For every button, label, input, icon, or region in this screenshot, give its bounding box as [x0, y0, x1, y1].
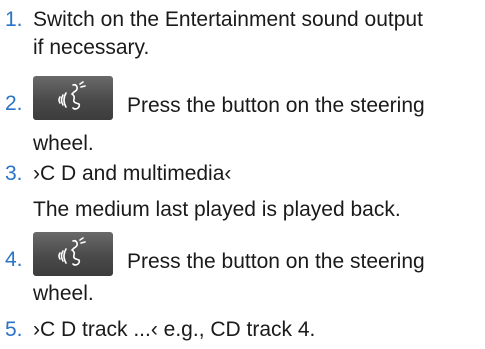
step-command: ›C D track ...‹ e.g., CD track 4.: [33, 318, 316, 341]
instruction-document: 1. Switch on the Entertainment sound out…: [0, 0, 485, 349]
step-text-line-1: Press the button on the steering: [127, 94, 425, 117]
step-button-row: Press the button on the steering: [33, 76, 425, 120]
step-text-line-2: wheel.: [33, 282, 94, 305]
step-button-row: Press the button on the steering: [33, 232, 425, 276]
step-note: The medium last played is played back.: [33, 198, 401, 221]
step-number: 3.: [5, 162, 23, 185]
step-number: 4.: [5, 248, 23, 271]
step-number: 2.: [5, 92, 23, 115]
step-text-line-2: if necessary.: [33, 36, 150, 59]
voice-control-icon: [58, 81, 86, 110]
voice-control-icon: [58, 237, 86, 266]
step-command: ›C D and multimedia‹: [33, 162, 232, 185]
voice-control-button: [33, 76, 113, 120]
step-text-line-2: wheel.: [33, 132, 94, 155]
step-number: 5.: [5, 318, 23, 341]
step-text-line-1: Switch on the Entertainment sound output: [33, 8, 423, 31]
step-text-line-1: Press the button on the steering: [127, 250, 425, 273]
step-text: Switch on the Entertainment sound output…: [33, 6, 481, 62]
voice-control-button: [33, 232, 113, 276]
step-number: 1.: [5, 8, 23, 31]
